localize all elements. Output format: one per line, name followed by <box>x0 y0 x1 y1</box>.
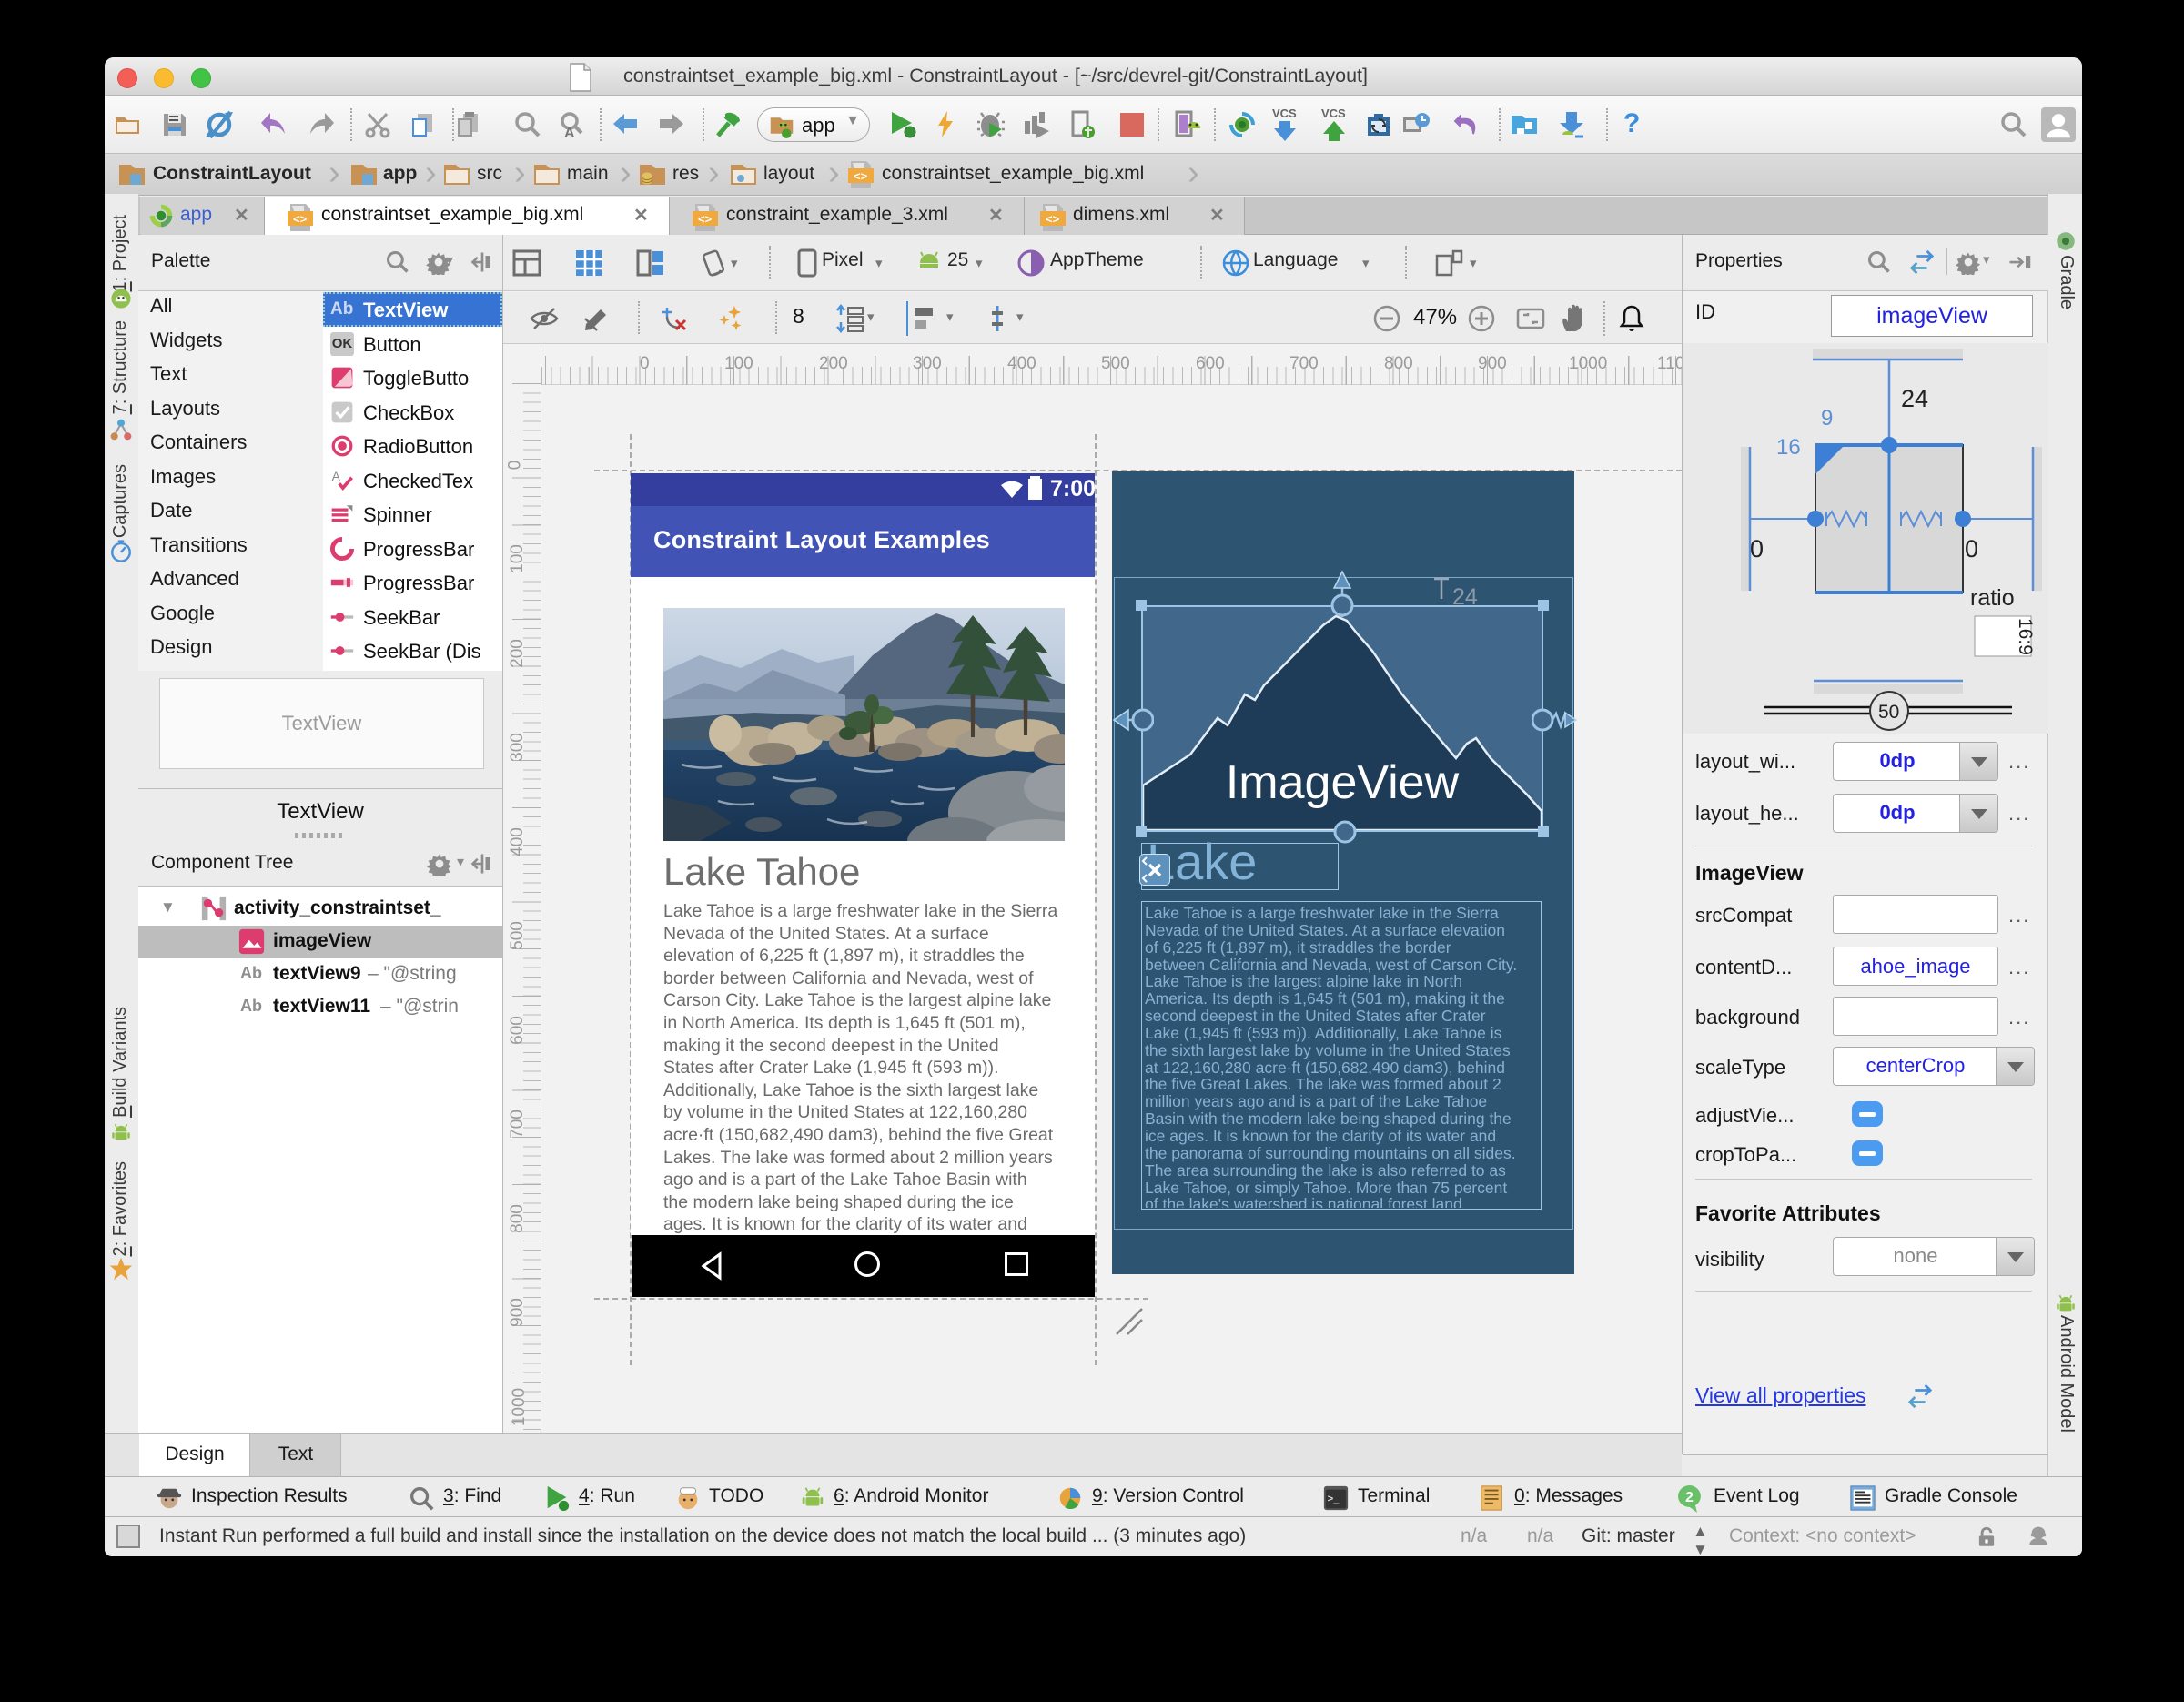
svg-text:>_: >_ <box>1328 1494 1340 1504</box>
svg-text:16:9: 16:9 <box>2015 618 2036 655</box>
svg-text:<>: <> <box>1046 212 1060 226</box>
svg-text:0: 0 <box>1965 535 1978 562</box>
svg-text:24: 24 <box>1452 584 1478 610</box>
svg-text:<>: <> <box>854 169 868 183</box>
svg-text:ImageView: ImageView <box>1226 756 1460 809</box>
svg-text:<>: <> <box>293 212 308 226</box>
svg-text:ratio: ratio <box>1970 585 2015 611</box>
svg-text:A: A <box>564 126 575 139</box>
svg-text:A: A <box>332 469 341 483</box>
svg-text:2: 2 <box>1685 1490 1694 1505</box>
svg-text:VCS: VCS <box>1321 106 1346 120</box>
svg-text:24: 24 <box>1901 385 1928 412</box>
svg-text:<>: <> <box>698 212 713 226</box>
svg-text:9: 9 <box>1821 406 1833 431</box>
svg-text:50: 50 <box>1878 702 1899 723</box>
svg-text:16: 16 <box>1776 435 1801 460</box>
svg-text:VCS: VCS <box>1272 106 1297 120</box>
svg-text:0: 0 <box>1750 535 1764 562</box>
